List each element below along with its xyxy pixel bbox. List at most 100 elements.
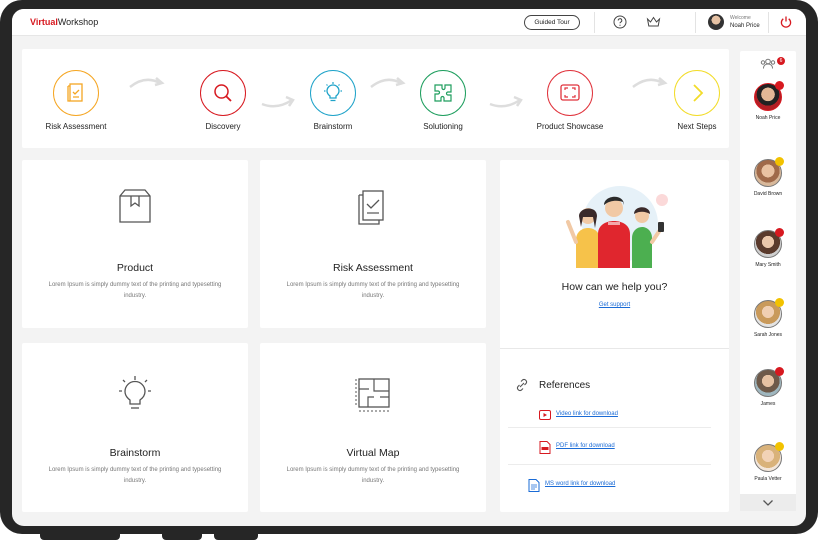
step-label: Product Showcase xyxy=(536,122,604,131)
references-title: References xyxy=(539,380,591,391)
welcome-label: Welcome xyxy=(730,15,751,21)
participant[interactable]: Sarah Jones xyxy=(740,298,796,338)
divider xyxy=(768,12,769,33)
participants-header[interactable]: 6 xyxy=(760,56,785,74)
step-solutioning[interactable]: Solutioning xyxy=(398,70,488,131)
video-icon xyxy=(539,410,551,420)
card-risk-assessment[interactable]: Risk Assessment Lorem Ipsum is simply du… xyxy=(260,160,486,328)
scroll-down-button[interactable] xyxy=(740,494,796,511)
step-discovery[interactable]: Discovery xyxy=(178,70,268,131)
participant[interactable]: David Brown xyxy=(740,157,796,197)
group-icon xyxy=(760,58,776,69)
step-label: Brainstorm xyxy=(313,122,353,131)
participant-count-badge: 6 xyxy=(777,57,785,65)
top-bar: VirtualWorkshop Guided Tour Welcome Noah… xyxy=(12,9,806,36)
step-next-steps[interactable]: Next Steps xyxy=(652,70,742,131)
pdf-download-link[interactable]: PDF link for download xyxy=(556,443,615,449)
status-badge xyxy=(775,367,784,376)
divider xyxy=(508,464,711,465)
crown-icon[interactable] xyxy=(645,14,661,30)
participant-name: James xyxy=(760,401,776,407)
step-product-showcase[interactable]: Product Showcase xyxy=(525,70,615,131)
status-badge xyxy=(775,81,784,90)
crown-icon xyxy=(775,442,784,451)
step-risk-assessment[interactable]: Risk Assessment xyxy=(31,70,121,131)
divider xyxy=(695,12,696,33)
app-screen: VirtualWorkshop Guided Tour Welcome Noah… xyxy=(12,9,806,526)
card-description: Lorem Ipsum is simply dummy text of the … xyxy=(48,467,222,484)
flow-arrow-icon xyxy=(489,95,523,108)
chevron-down-icon xyxy=(763,499,773,506)
status-badge xyxy=(775,228,784,237)
participant-name: Paula Vetter xyxy=(754,476,782,482)
reference-word[interactable]: MS word link for download xyxy=(508,478,711,494)
participant[interactable]: Mary Smith xyxy=(740,228,796,268)
pdf-icon xyxy=(539,441,551,454)
participant[interactable]: Paula Vetter xyxy=(740,442,796,482)
chevron-right-icon[interactable] xyxy=(674,70,720,116)
card-description: Lorem Ipsum is simply dummy text of the … xyxy=(286,467,460,484)
help-panel: How can we help you? Get support Referen… xyxy=(500,160,729,512)
get-support-link[interactable]: Get support xyxy=(500,302,729,308)
card-product[interactable]: Product Lorem Ipsum is simply dummy text… xyxy=(22,160,248,328)
support-team-illustration xyxy=(566,186,668,268)
step-label: Solutioning xyxy=(423,122,463,131)
device-foot xyxy=(40,532,120,540)
participant-name: Mary Smith xyxy=(755,262,781,268)
card-brainstorm[interactable]: Brainstorm Lorem Ipsum is simply dummy t… xyxy=(22,343,248,512)
device-foot xyxy=(214,532,258,540)
user-avatar[interactable] xyxy=(708,14,724,30)
divider xyxy=(594,12,595,33)
box-icon xyxy=(119,189,151,223)
reference-pdf[interactable]: PDF link for download xyxy=(508,440,711,456)
step-label: Discovery xyxy=(205,122,241,131)
avatar xyxy=(754,442,784,472)
participant-name: David Brown xyxy=(753,191,783,197)
document-check-icon[interactable] xyxy=(53,70,99,116)
participant[interactable]: James xyxy=(740,367,796,407)
card-title: Product xyxy=(116,262,154,274)
participant[interactable]: Noah Price xyxy=(740,81,796,121)
divider xyxy=(508,427,711,428)
crown-icon xyxy=(775,157,784,166)
screen-icon[interactable] xyxy=(547,70,593,116)
user-name: Noah Price xyxy=(730,23,760,29)
card-title: Virtual Map xyxy=(346,447,400,459)
flow-arrow-icon xyxy=(129,77,165,88)
floorplan-icon xyxy=(355,378,390,412)
brand-logo[interactable]: VirtualWorkshop xyxy=(30,17,98,27)
crown-icon xyxy=(775,298,784,307)
puzzle-icon[interactable] xyxy=(420,70,466,116)
card-title: Brainstorm xyxy=(109,447,161,459)
step-label: Next Steps xyxy=(677,122,717,131)
lightbulb-icon xyxy=(119,376,151,409)
step-brainstorm[interactable]: Brainstorm xyxy=(288,70,378,131)
brand-red-text: Virtual xyxy=(30,17,58,27)
device-frame: VirtualWorkshop Guided Tour Welcome Noah… xyxy=(0,0,818,542)
participant-name: Noah Price xyxy=(755,115,781,121)
lightbulb-icon[interactable] xyxy=(310,70,356,116)
help-title: How can we help you? xyxy=(561,281,668,293)
step-label: Risk Assessment xyxy=(45,122,107,131)
avatar xyxy=(754,367,784,397)
participant-name: Sarah Jones xyxy=(753,332,783,338)
device-foot xyxy=(162,532,202,540)
link-icon xyxy=(516,378,528,392)
help-icon[interactable] xyxy=(612,14,628,30)
divider xyxy=(500,348,729,349)
video-download-link[interactable]: Video link for download xyxy=(556,411,618,417)
word-download-link[interactable]: MS word link for download xyxy=(545,481,615,487)
search-icon[interactable] xyxy=(200,70,246,116)
reference-video[interactable]: Video link for download xyxy=(508,408,711,424)
avatar xyxy=(754,157,784,187)
card-virtual-map[interactable]: Virtual Map Lorem Ipsum is simply dummy … xyxy=(260,343,486,512)
document-check-icon xyxy=(358,190,384,225)
power-icon[interactable] xyxy=(778,14,794,30)
guided-tour-button[interactable]: Guided Tour xyxy=(524,15,580,30)
workshop-flow: Risk Assessment Discovery Brainstorm Sol… xyxy=(22,49,729,148)
brand-black-text: Workshop xyxy=(57,17,99,27)
card-description: Lorem Ipsum is simply dummy text of the … xyxy=(286,282,460,299)
avatar xyxy=(754,228,784,258)
card-title: Risk Assessment xyxy=(333,262,413,274)
card-description: Lorem Ipsum is simply dummy text of the … xyxy=(48,282,222,299)
